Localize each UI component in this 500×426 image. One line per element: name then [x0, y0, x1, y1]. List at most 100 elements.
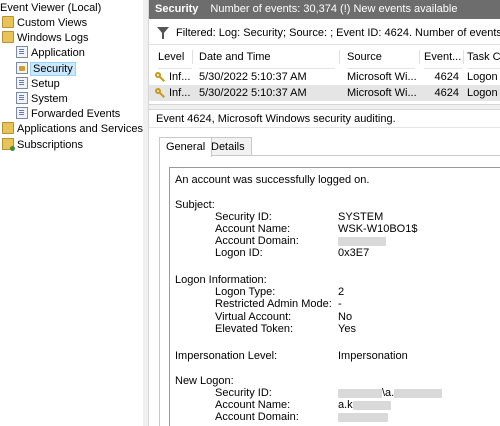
log-icon [16, 46, 28, 59]
folder-icon [2, 31, 14, 44]
field-key: Restricted Admin Mode: [215, 298, 332, 310]
column-header-event-id[interactable]: Event... [424, 46, 462, 69]
tree-item-label: Subscriptions [17, 139, 84, 151]
filter-icon [157, 27, 169, 39]
field-value-partly-redacted: \a. [338, 387, 443, 399]
field-value: - [338, 298, 342, 310]
table-row[interactable]: Inf... 5/30/2022 5:10:37 AM Microsoft Wi… [149, 69, 500, 85]
field-key: Elevated Token: [215, 323, 294, 335]
event-detail-title: Event 4624, Microsoft Windows security a… [149, 110, 500, 128]
redaction-mark [338, 388, 382, 398]
field-key: Impersonation Level: [175, 350, 278, 362]
row-event-id: 4624 [434, 71, 459, 83]
log-pane: Security Number of events: 30,374 (!) New… [149, 0, 500, 426]
level-text: Inf... [169, 71, 191, 83]
field-key: Logon Type: [215, 286, 276, 298]
filter-text: Filtered: Log: Security; Source: ; Event… [176, 27, 500, 39]
column-divider[interactable] [192, 50, 193, 64]
log-event-count: Number of events: 30,374 (!) New events … [210, 3, 458, 15]
console-tree: Event Viewer (Local) Custom Views Window… [0, 0, 149, 426]
column-header-task-category[interactable]: Task Ca [467, 46, 500, 69]
log-header: Security Number of events: 30,374 (!) New… [149, 0, 500, 19]
field-value: \a. [382, 387, 395, 399]
tree-item-label: Custom Views [17, 17, 88, 29]
folder-icon [2, 122, 14, 135]
section-subject-label: Subject: [175, 199, 215, 211]
field-value-redacted [338, 235, 386, 247]
field-key: Account Domain: [215, 411, 299, 423]
row-task: Logon [467, 71, 498, 83]
tree-item-label: Application [31, 47, 85, 59]
field-key: Virtual Account: [215, 311, 292, 323]
tree-item-label: Event Viewer (Local) [0, 2, 102, 14]
redaction-mark [394, 388, 443, 398]
filter-bar: Filtered: Log: Security; Source: ; Event… [149, 22, 500, 45]
tree-item-event-viewer[interactable]: Event Viewer (Local) [0, 1, 101, 16]
tree-item-application[interactable]: Application [16, 46, 85, 61]
tree-item-custom-views[interactable]: Custom Views [2, 16, 87, 31]
tree-item-setup[interactable]: Setup [16, 77, 60, 92]
redaction-mark [338, 412, 388, 422]
tree-item-forwarded-events[interactable]: Forwarded Events [16, 107, 120, 122]
key-icon [155, 87, 166, 98]
log-icon [16, 107, 28, 120]
field-value: SYSTEM [338, 211, 384, 223]
row-source: Microsoft Wi... [347, 87, 417, 99]
tree-item-label: Security [30, 62, 76, 76]
column-divider[interactable] [463, 50, 464, 64]
field-value: Yes [338, 323, 356, 335]
subscriptions-icon [2, 138, 15, 152]
field-key: Logon ID: [215, 247, 263, 259]
tree-item-applications-and-services[interactable]: Applications and Services Lo [2, 122, 148, 137]
key-icon [155, 71, 166, 82]
folder-icon [2, 16, 14, 29]
tree-item-system[interactable]: System [16, 92, 68, 107]
column-divider[interactable] [339, 50, 340, 64]
field-value-redacted [338, 411, 388, 423]
tree-item-label: Windows Logs [17, 32, 89, 44]
tree-item-subscriptions[interactable]: Subscriptions [2, 138, 83, 153]
row-level: Inf... [155, 85, 195, 101]
field-value-partly-redacted: a.k [338, 399, 391, 411]
level-text: Inf... [169, 87, 191, 99]
table-row[interactable]: Inf... 5/30/2022 5:10:37 AM Microsoft Wi… [149, 85, 500, 101]
field-key: Security ID: [215, 387, 272, 399]
row-level: Inf... [155, 69, 195, 85]
security-log-icon [16, 62, 28, 75]
column-header-level[interactable]: Level [158, 46, 192, 69]
event-message-box[interactable]: An account was successfully logged on. S… [169, 167, 500, 426]
field-key: Security ID: [215, 211, 272, 223]
column-divider[interactable] [419, 50, 420, 64]
field-value: Impersonation [338, 350, 408, 362]
row-date: 5/30/2022 5:10:37 AM [199, 71, 307, 83]
tree-item-label: Forwarded Events [31, 108, 121, 120]
section-logon-label: Logon Information: [175, 274, 267, 286]
tree-item-windows-logs[interactable]: Windows Logs [2, 31, 89, 46]
tree-scrollbar[interactable] [143, 0, 148, 426]
row-source: Microsoft Wi... [347, 71, 417, 83]
row-task: Logon [467, 87, 498, 99]
field-value: 2 [338, 286, 345, 298]
column-header-date[interactable]: Date and Time [199, 46, 335, 69]
column-header-source[interactable]: Source [347, 46, 415, 69]
log-icon [16, 92, 28, 105]
tree-item-security[interactable]: Security [16, 62, 76, 77]
redaction-mark [352, 400, 391, 410]
field-value: 0x3E7 [338, 247, 370, 259]
field-value: a.k [338, 399, 353, 411]
log-icon [16, 77, 28, 90]
events-grid: Level Date and Time Source Event... Task… [149, 46, 500, 102]
field-key: Account Domain: [215, 235, 299, 247]
field-key: Account Name: [215, 223, 291, 235]
field-key: Account Name: [215, 399, 291, 411]
section-new-logon-label: New Logon: [175, 375, 234, 387]
message-intro: An account was successfully logged on. [175, 174, 370, 186]
row-event-id: 4624 [434, 87, 459, 99]
redaction-mark [338, 236, 386, 246]
row-date: 5/30/2022 5:10:37 AM [199, 87, 307, 99]
field-value: WSK-W10BO1$ [338, 223, 418, 235]
log-title: Security [155, 3, 199, 15]
field-value: No [338, 311, 353, 323]
tab-general[interactable]: General [159, 137, 213, 157]
tree-item-label: System [31, 93, 68, 105]
